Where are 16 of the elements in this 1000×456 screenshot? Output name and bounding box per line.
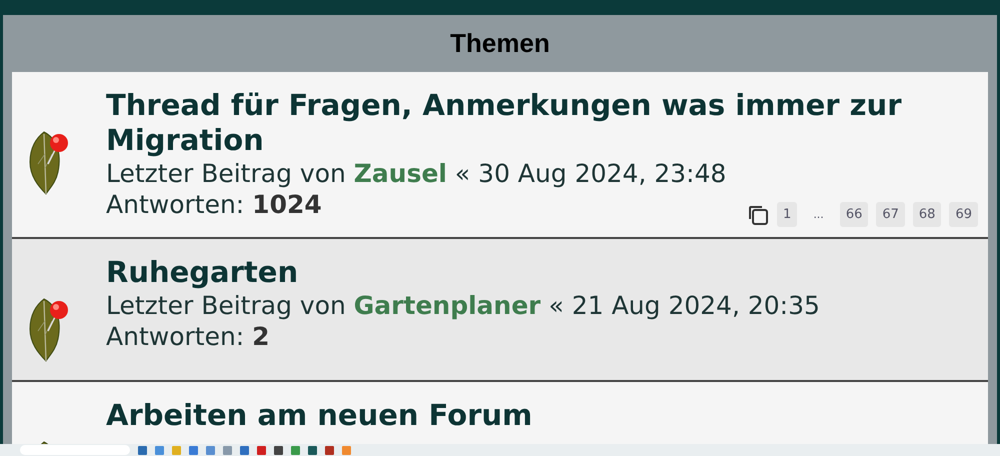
page-link[interactable]: 67 [876, 202, 905, 227]
page-link[interactable]: 1 [777, 202, 798, 227]
page-link[interactable]: 69 [949, 202, 978, 227]
last-post-info: Letzter Beitrag von Gartenplaner « 21 Aug 2024, 20:35 [106, 290, 821, 321]
topic-title[interactable]: Ruhegarten [106, 255, 978, 290]
reply-count: Antworten: 1024 [106, 189, 322, 220]
topic-title[interactable]: Arbeiten am neuen Forum [106, 398, 978, 433]
last-post-info: Letzter Beitrag von Zausel « 30 Aug 2024, 23:48 [106, 158, 728, 189]
page-link[interactable]: 66 [840, 202, 868, 227]
reply-count: Antworten: 2 [106, 321, 270, 352]
topic-title[interactable]: Thread für Fragen, Anmerkungen was immer zur Migration [106, 88, 978, 158]
taskbar-search-field[interactable] [20, 445, 130, 455]
pages-icon[interactable] [747, 204, 770, 226]
section-title: Themen [449, 27, 551, 60]
page-ellipsis: ... [812, 207, 825, 223]
page-link[interactable]: 68 [912, 202, 942, 227]
